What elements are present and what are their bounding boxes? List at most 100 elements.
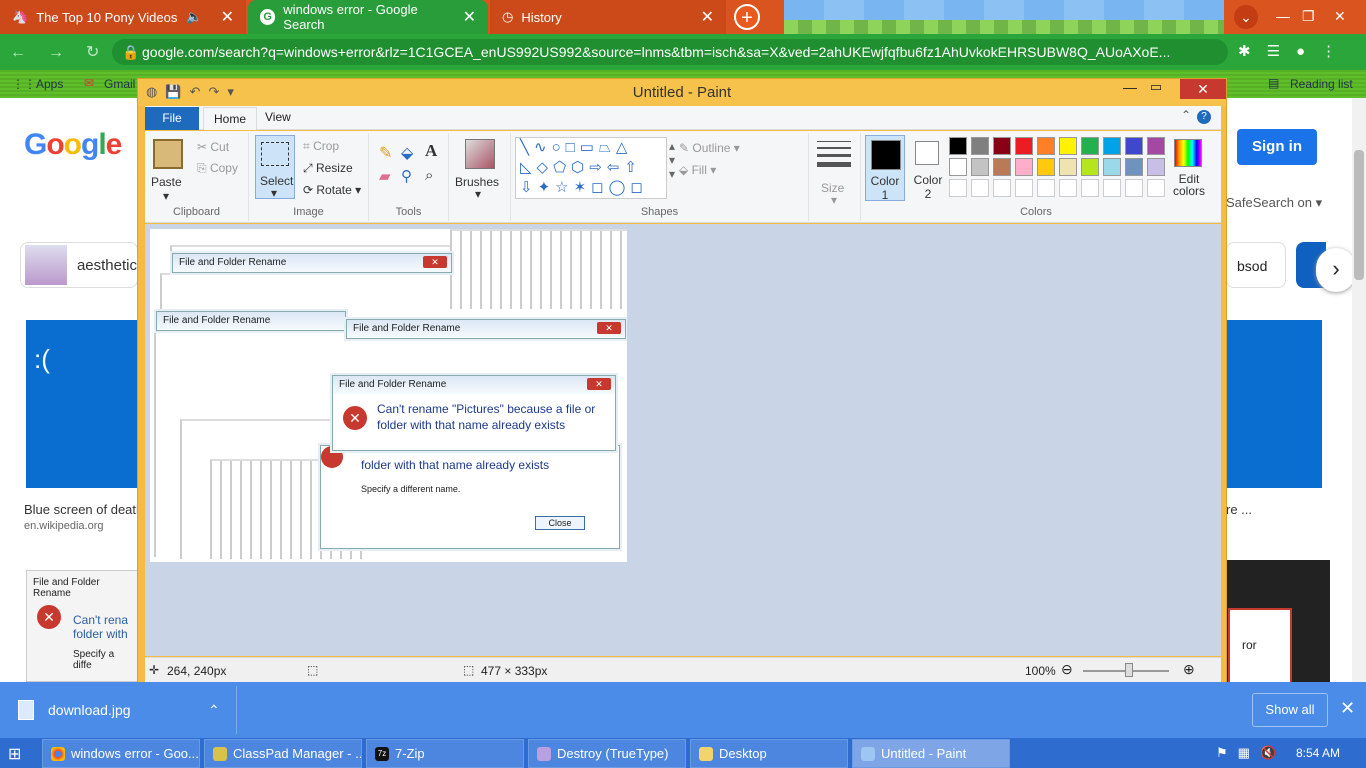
color-swatch[interactable] xyxy=(1081,137,1099,155)
windows-start-icon[interactable]: ⊞ xyxy=(8,744,28,763)
zoom-in-icon[interactable]: ⊕ xyxy=(1183,661,1195,678)
rotate-button[interactable]: ⟳ Rotate ▾ xyxy=(303,183,361,197)
minimize-icon[interactable]: — xyxy=(1276,8,1290,24)
speaker-icon[interactable]: 🔈 xyxy=(186,9,202,25)
apps-icon[interactable]: ⋮⋮ xyxy=(12,77,36,91)
taskbar-item-paint[interactable]: Untitled - Paint xyxy=(852,739,1010,768)
address-bar[interactable]: 🔒 google.com/search?q=windows+error&rlz=… xyxy=(112,39,1228,65)
bookmark-gmail[interactable]: Gmail xyxy=(104,77,135,91)
minimize-icon[interactable]: — xyxy=(1118,79,1142,95)
tab-view[interactable]: View xyxy=(265,110,291,124)
extensions-icon[interactable]: ✱ xyxy=(1238,43,1267,60)
color-swatch[interactable] xyxy=(1147,179,1165,197)
brush-icon[interactable] xyxy=(465,139,495,169)
zoom-out-icon[interactable]: ⊖ xyxy=(1061,661,1073,678)
size-icon[interactable] xyxy=(817,141,851,167)
color2-button[interactable]: Color 2 xyxy=(909,135,949,201)
chevron-down-icon[interactable]: ▾ xyxy=(475,187,481,201)
color-swatch[interactable] xyxy=(1125,137,1143,155)
color-swatch[interactable] xyxy=(993,137,1011,155)
undo-icon[interactable]: ↶ xyxy=(190,84,209,99)
color-swatch[interactable] xyxy=(971,158,989,176)
color-swatch[interactable] xyxy=(1037,158,1055,176)
color1-button[interactable]: Color 1 xyxy=(865,135,905,202)
google-logo[interactable]: Google xyxy=(24,128,122,162)
chip-aesthetic[interactable]: aesthetic xyxy=(20,242,138,288)
color-swatch[interactable] xyxy=(993,158,1011,176)
safesearch-menu[interactable]: SafeSearch on ▾ xyxy=(1226,195,1322,211)
paint-app-icon[interactable]: ◍ xyxy=(146,84,165,99)
color-swatch[interactable] xyxy=(1037,137,1055,155)
color-swatch[interactable] xyxy=(1147,137,1165,155)
color-swatch[interactable] xyxy=(1103,137,1121,155)
color-swatch[interactable] xyxy=(1103,179,1121,197)
redo-icon[interactable]: ↷ xyxy=(208,84,227,99)
color-swatch[interactable] xyxy=(1081,179,1099,197)
close-icon[interactable]: ✕ xyxy=(1334,8,1346,25)
save-icon[interactable]: 💾 xyxy=(165,84,189,99)
tab-pony-videos[interactable]: 🦄 The Top 10 Pony Videos 🔈 ✕ xyxy=(0,0,246,34)
more-icon[interactable]: ⋮ xyxy=(1321,43,1352,60)
color-picker-icon[interactable]: ⚲ xyxy=(401,167,412,185)
tab-home[interactable]: Home xyxy=(203,107,257,130)
image-result-dialog[interactable]: File and Folder Rename Can't rena folder… xyxy=(26,570,138,682)
zoom-slider-thumb[interactable] xyxy=(1125,663,1133,677)
collapse-ribbon-icon[interactable]: ⌃ xyxy=(1181,108,1191,122)
chevron-up-icon[interactable]: ⌃ xyxy=(208,690,220,730)
paste-button[interactable]: Paste xyxy=(151,175,182,189)
copy-button[interactable]: ⎘ Copy xyxy=(197,161,238,176)
color-swatch[interactable] xyxy=(1059,158,1077,176)
chevron-right-icon[interactable]: › xyxy=(1316,248,1356,292)
image-result-dark[interactable]: ror xyxy=(1226,560,1330,684)
back-icon[interactable]: ← xyxy=(10,44,48,61)
color-swatch[interactable] xyxy=(949,158,967,176)
color-swatch[interactable] xyxy=(1059,137,1077,155)
tab-google-search[interactable]: G windows error - Google Search ✕ xyxy=(248,0,488,34)
taskbar-item-font[interactable]: Destroy (TrueType) xyxy=(528,739,686,768)
magnifier-icon[interactable]: ⌕ xyxy=(425,167,433,184)
drawing-canvas[interactable]: File and Folder Rename ✕ File and Folder … xyxy=(150,229,627,562)
profile-icon[interactable]: ● xyxy=(1296,43,1321,60)
paint-title-bar[interactable]: Untitled - Paint xyxy=(138,79,1226,106)
taskbar-item-desktop[interactable]: Desktop xyxy=(690,739,848,768)
tab-history[interactable]: ◷ History ✕ xyxy=(490,0,726,34)
result-title[interactable]: re ... xyxy=(1226,502,1252,517)
clock[interactable]: 8:54 AM xyxy=(1296,738,1340,768)
cut-button[interactable]: ✂ Cut xyxy=(197,140,229,154)
close-icon[interactable]: ✕ xyxy=(1340,698,1355,719)
edit-colors-button[interactable]: Edit colors xyxy=(1169,135,1209,201)
bookmark-apps[interactable]: Apps xyxy=(36,77,63,91)
bookmark-reading-list[interactable]: Reading list xyxy=(1290,77,1353,91)
taskbar-item-7zip[interactable]: 7z 7-Zip xyxy=(366,739,524,768)
tab-search-icon[interactable]: ⌄ xyxy=(1234,5,1258,29)
result-title[interactable]: Blue screen of death xyxy=(24,502,143,517)
page-scrollbar[interactable] xyxy=(1352,98,1366,682)
color-swatch[interactable] xyxy=(1015,158,1033,176)
help-icon[interactable]: ? xyxy=(1197,110,1211,124)
color-swatch[interactable] xyxy=(993,179,1011,197)
color-swatch[interactable] xyxy=(949,179,967,197)
shapes-gallery[interactable]: ╲∿○□▭⏢△ ◺◇⬠⬡⇨⇦⇧ ⇩✦☆✶◻◯◻ xyxy=(515,137,667,199)
pencil-icon[interactable]: ✎ xyxy=(379,143,392,163)
fill-button[interactable]: ⬙ Fill ▾ xyxy=(679,163,716,177)
network-icon[interactable]: ▦ xyxy=(1238,745,1260,760)
forward-icon[interactable]: → xyxy=(48,44,86,61)
paste-icon[interactable] xyxy=(153,139,183,169)
color-swatch[interactable] xyxy=(949,137,967,155)
menu-list-icon[interactable]: ☰ xyxy=(1267,43,1296,60)
show-all-button[interactable]: Show all xyxy=(1252,693,1328,727)
color-swatch[interactable] xyxy=(1147,158,1165,176)
gallery-scroll-icon[interactable]: ▴ ▾ ▾ xyxy=(669,139,675,181)
tab-file[interactable]: File xyxy=(145,107,199,130)
text-icon[interactable]: A xyxy=(425,141,437,161)
taskbar-item-chrome[interactable]: windows error - Goo... xyxy=(42,739,200,768)
chip-bsod[interactable]: bsod xyxy=(1226,242,1286,288)
color-swatch[interactable] xyxy=(1081,158,1099,176)
new-tab-button[interactable]: + xyxy=(734,4,760,30)
color-swatch[interactable] xyxy=(1015,179,1033,197)
color-swatch[interactable] xyxy=(971,179,989,197)
color-swatch[interactable] xyxy=(1037,179,1055,197)
outline-button[interactable]: ✎ Outline ▾ xyxy=(679,141,740,155)
sign-in-button[interactable]: Sign in xyxy=(1237,129,1317,165)
taskbar-item-classpad[interactable]: ClassPad Manager - ... xyxy=(204,739,362,768)
